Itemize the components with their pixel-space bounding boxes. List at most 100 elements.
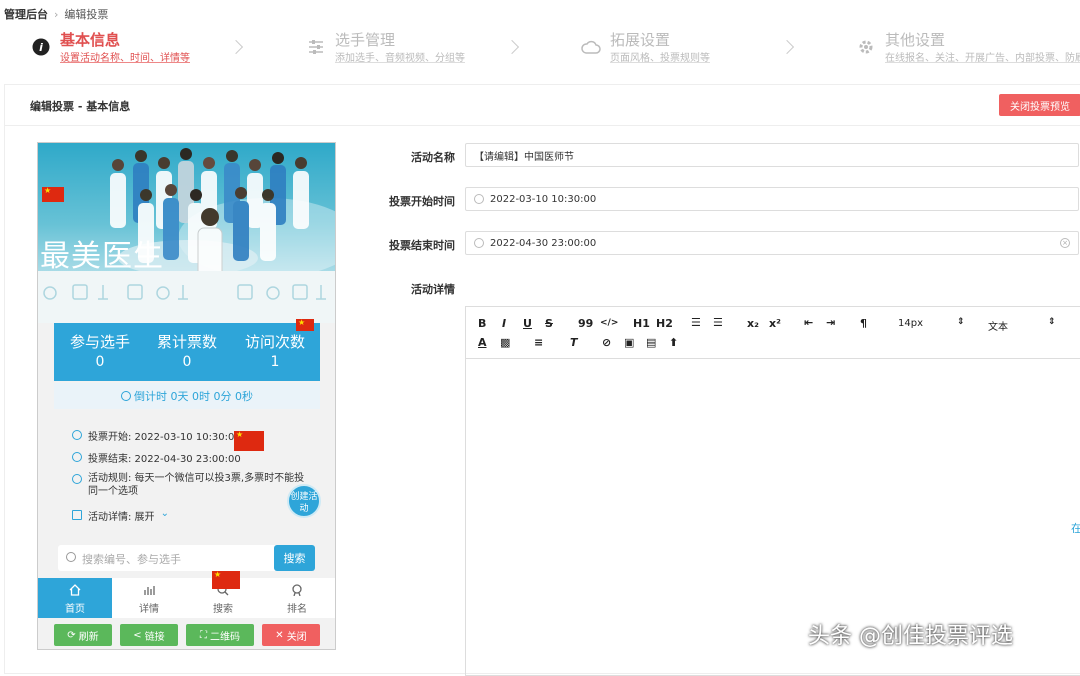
- quote-button[interactable]: 99: [578, 317, 593, 330]
- text-type-select[interactable]: 文本: [988, 318, 1008, 333]
- home-icon: [69, 584, 81, 596]
- upload-icon[interactable]: ⬆: [669, 336, 678, 349]
- end-time-value: 2022-04-30 23:00:00: [490, 237, 597, 249]
- clock-icon: [72, 452, 82, 462]
- chevron-right-icon: ›: [54, 7, 59, 21]
- watermark: 头条 @创佳投票评选: [808, 624, 1013, 649]
- info-icon: [72, 474, 82, 484]
- clear-format-icon[interactable]: T: [570, 336, 578, 349]
- stats-box: 参与选手 0 累计票数 0 访问次数 1: [54, 323, 320, 381]
- bookmark-icon: [72, 510, 82, 520]
- indent-icon[interactable]: ⇥: [826, 316, 835, 329]
- tab-bar: 首页 详情 搜索 排名: [38, 578, 335, 618]
- stat-label: 累计票数: [156, 333, 217, 351]
- end-time-input[interactable]: 2022-04-30 23:00:00 ×: [465, 231, 1079, 255]
- button-label: 刷新: [78, 631, 99, 643]
- create-activity-button[interactable]: 创建活动: [287, 484, 321, 518]
- share-icon: <: [133, 629, 142, 641]
- breadcrumb-root[interactable]: 管理后台: [4, 6, 48, 22]
- bullet-list-icon[interactable]: ☰: [713, 316, 723, 329]
- font-size-select[interactable]: 14px: [898, 318, 923, 329]
- link-icon[interactable]: ⊘: [602, 336, 611, 349]
- underline-button[interactable]: U: [523, 317, 532, 330]
- font-color-icon[interactable]: A: [478, 336, 487, 349]
- code-button[interactable]: </>: [600, 318, 618, 328]
- video-icon[interactable]: ▤: [646, 336, 656, 349]
- info-start: 投票开始: 2022-03-10 10:30:00: [72, 428, 241, 443]
- tab-label: 排名: [287, 604, 307, 615]
- tab-label: 详情: [139, 604, 159, 615]
- stat-value: 1: [270, 354, 280, 370]
- tab-label: 首页: [65, 604, 85, 615]
- divider: [5, 125, 1080, 126]
- mobile-preview: 最美医生 参与选手 0 累计票数 0 访问次数 1 倒计时 0天 0时 0分 0…: [37, 142, 336, 650]
- step-extend[interactable]: 拓展设置 页面风格、投票规则等: [580, 30, 710, 70]
- refresh-button[interactable]: ⟳ 刷新: [54, 624, 112, 646]
- stat-value: 0: [95, 354, 105, 370]
- superscript-button[interactable]: x²: [769, 317, 781, 330]
- ordered-list-icon[interactable]: ☰: [691, 316, 701, 329]
- qrcode-icon: ⛶: [200, 629, 207, 641]
- bold-button[interactable]: B: [478, 317, 486, 330]
- select-arrows-icon: ⇕: [957, 317, 965, 327]
- direction-icon[interactable]: ¶: [860, 317, 867, 330]
- info-text: 投票开始: 2022-03-10 10:30:00: [88, 432, 241, 443]
- countdown-text: 倒计时 0天 0时 0分 0秒: [134, 390, 253, 403]
- activity-name-input[interactable]: 【请编辑】中国医师节: [465, 143, 1079, 167]
- step-title: 基本信息: [60, 31, 121, 49]
- tab-home[interactable]: 首页: [38, 578, 112, 618]
- stat-value: 0: [182, 354, 192, 370]
- gear-icon: [855, 36, 877, 58]
- start-time-value: 2022-03-10 10:30:00: [490, 193, 597, 205]
- clock-icon: [474, 238, 484, 248]
- tab-ranking[interactable]: 排名: [260, 578, 334, 618]
- h1-button[interactable]: H1: [633, 317, 650, 330]
- step-contestants[interactable]: 选手管理 添加选手、音频视频、分组等: [305, 30, 465, 70]
- image-icon[interactable]: ▣: [624, 336, 634, 349]
- button-label: 二维码: [210, 631, 240, 643]
- info-detail[interactable]: 活动详情: 展开 ⌄: [72, 508, 169, 523]
- strike-button[interactable]: S: [545, 317, 553, 330]
- start-time-input[interactable]: 2022-03-10 10:30:00: [465, 187, 1079, 211]
- step-subtitle: 添加选手、音频视频、分组等: [335, 53, 465, 64]
- chevron-right-icon: [228, 39, 244, 55]
- stat-contestants: 参与选手 0: [60, 331, 140, 370]
- button-label: 关闭: [286, 631, 307, 643]
- breadcrumb: 管理后台 › 编辑投票: [4, 6, 108, 22]
- tab-detail[interactable]: 详情: [112, 578, 186, 618]
- tab-label: 搜索: [213, 604, 233, 615]
- end-time-label: 投票结束时间: [389, 239, 455, 252]
- background-color-icon[interactable]: ▩: [500, 336, 510, 349]
- search-button[interactable]: 搜索: [274, 545, 315, 571]
- step-basic-info[interactable]: i 基本信息 设置活动名称、时间、详情等: [30, 30, 190, 70]
- info-text: 活动详情: 展开: [88, 512, 155, 523]
- h2-button[interactable]: H2: [656, 317, 673, 330]
- info-rules: 活动规则: 每天一个微信可以投3票,多票时不能投同一个选项: [72, 472, 307, 498]
- align-icon[interactable]: ≡: [534, 336, 543, 349]
- start-time-label: 投票开始时间: [389, 195, 455, 208]
- step-title: 其他设置: [885, 31, 946, 49]
- info-icon: i: [30, 36, 52, 58]
- panel-title: 编辑投票 - 基本信息: [30, 100, 131, 113]
- qrcode-button[interactable]: ⛶ 二维码: [186, 624, 254, 646]
- outdent-icon[interactable]: ⇤: [804, 316, 813, 329]
- flag-icon: [42, 186, 64, 202]
- step-other[interactable]: 其他设置 在线报名、关注、开展广告、内部投票、防刷: [855, 30, 1080, 70]
- step-title: 选手管理: [335, 31, 396, 49]
- subscript-button[interactable]: x₂: [747, 317, 759, 330]
- italic-button[interactable]: I: [502, 317, 506, 330]
- chart-icon: [144, 586, 155, 595]
- activity-name-label: 活动名称: [411, 151, 455, 164]
- link-button[interactable]: < 链接: [120, 624, 178, 646]
- chevron-right-icon: [779, 39, 795, 55]
- sliders-icon: [305, 36, 327, 58]
- step-subtitle: 在线报名、关注、开展广告、内部投票、防刷: [885, 53, 1080, 64]
- clock-icon: [121, 391, 131, 401]
- select-arrows-icon: ⇕: [1048, 317, 1056, 327]
- clear-icon[interactable]: ×: [1060, 238, 1070, 248]
- button-label: 链接: [144, 631, 165, 643]
- banner-title: 最美医生: [40, 239, 164, 274]
- close-button[interactable]: ✕ 关闭: [262, 624, 320, 646]
- close-preview-button[interactable]: 关闭投票预览: [999, 94, 1080, 116]
- info-end: 投票结束: 2022-04-30 23:00:00: [72, 450, 241, 465]
